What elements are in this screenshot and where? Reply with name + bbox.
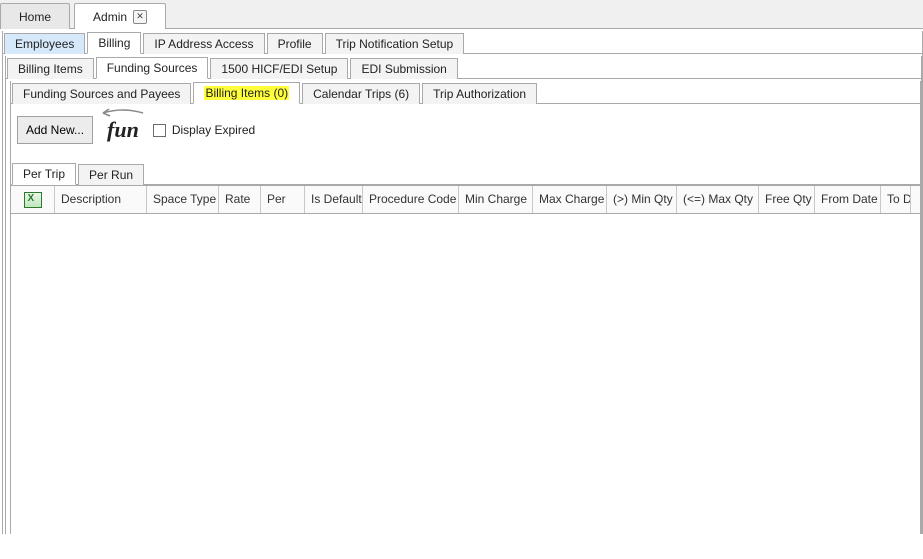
tab-calendar-trips[interactable]: Calendar Trips (6) — [302, 83, 420, 104]
tab-billing-label: Billing — [98, 36, 130, 50]
grid-body-empty — [11, 214, 920, 534]
col-per-label: Per — [267, 192, 286, 206]
col-max-charge[interactable]: Max Charge — [533, 186, 607, 213]
billing-items-grid: Description Space Type Rate Per Is Defau… — [11, 185, 920, 534]
tab-trip-auth-label: Trip Authorization — [433, 87, 526, 101]
tab-hicf-label: 1500 HICF/EDI Setup — [221, 62, 337, 76]
col-rate-label: Rate — [225, 192, 250, 206]
tab-trip-notification-setup[interactable]: Trip Notification Setup — [325, 33, 465, 54]
col-to-date[interactable]: To D — [881, 186, 911, 213]
main-tab-bar: Employees Billing IP Address Access Prof… — [3, 31, 922, 54]
col-min-qty[interactable]: (>) Min Qty — [607, 186, 677, 213]
col-from-date-label: From Date — [821, 192, 878, 206]
col-free-qty-label: Free Qty — [765, 192, 812, 206]
tab-billing[interactable]: Billing — [87, 32, 141, 54]
admin-page: Employees Billing IP Address Access Prof… — [2, 31, 923, 534]
display-expired-checkbox[interactable]: Display Expired — [153, 123, 255, 137]
col-from-date[interactable]: From Date — [815, 186, 881, 213]
tab-per-trip[interactable]: Per Trip — [12, 163, 76, 185]
col-procedure-code[interactable]: Procedure Code — [363, 186, 459, 213]
window-tab-admin[interactable]: Admin ✕ — [74, 3, 166, 29]
tab-employees[interactable]: Employees — [4, 33, 85, 54]
tab-calendar-trips-label: Calendar Trips (6) — [313, 87, 409, 101]
tab-funding-sources[interactable]: Funding Sources — [96, 57, 209, 79]
add-new-label: Add New... — [26, 123, 84, 137]
close-icon[interactable]: ✕ — [133, 10, 147, 24]
col-rate[interactable]: Rate — [219, 186, 261, 213]
window-tab-admin-label: Admin — [93, 10, 127, 24]
col-per[interactable]: Per — [261, 186, 305, 213]
billing-panel: Billing Items Funding Sources 1500 HICF/… — [5, 56, 922, 534]
checkbox-box-icon — [153, 124, 166, 137]
tab-employees-label: Employees — [15, 37, 74, 51]
tab-trip-notif-label: Trip Notification Setup — [336, 37, 454, 51]
per-tab-bar: Per Trip Per Run — [11, 162, 920, 185]
tab-funding-sources-label: Funding Sources — [107, 61, 198, 75]
billing-tab-bar: Billing Items Funding Sources 1500 HICF/… — [6, 56, 921, 79]
tab-ip-label: IP Address Access — [154, 37, 253, 51]
tab-billing-items[interactable]: Billing Items — [7, 58, 94, 79]
col-space-type[interactable]: Space Type — [147, 186, 219, 213]
window-tab-bar: Home Admin ✕ — [0, 0, 923, 29]
window-tab-home-label: Home — [19, 10, 51, 24]
tab-edi-label: EDI Submission — [361, 62, 446, 76]
tab-profile[interactable]: Profile — [267, 33, 323, 54]
col-description-label: Description — [61, 192, 121, 206]
grid-header-row: Description Space Type Rate Per Is Defau… — [11, 186, 920, 214]
funding-tab-bar: Funding Sources and Payees Billing Items… — [11, 81, 920, 104]
col-min-qty-label: (>) Min Qty — [613, 192, 673, 206]
col-is-default-label: Is Default — [311, 192, 362, 206]
tab-billing-items-count[interactable]: Billing Items (0) — [193, 82, 300, 104]
tab-per-run-label: Per Run — [89, 168, 133, 182]
tab-billing-items-label: Billing Items — [18, 62, 83, 76]
excel-icon — [24, 192, 42, 208]
arrow-annotation-icon — [95, 104, 145, 122]
tab-billing-items-count-label: Billing Items (0) — [204, 86, 289, 100]
col-procedure-code-label: Procedure Code — [369, 192, 456, 206]
col-max-charge-label: Max Charge — [539, 192, 604, 206]
col-max-qty-label: (<=) Max Qty — [683, 192, 753, 206]
funding-sources-panel: Funding Sources and Payees Billing Items… — [10, 81, 921, 534]
tab-per-run[interactable]: Per Run — [78, 164, 144, 185]
tab-ip-address-access[interactable]: IP Address Access — [143, 33, 264, 54]
col-free-qty[interactable]: Free Qty — [759, 186, 815, 213]
billing-items-toolbar: Add New... fun Display Expired — [11, 104, 920, 162]
col-is-default[interactable]: Is Default — [305, 186, 363, 213]
col-min-charge[interactable]: Min Charge — [459, 186, 533, 213]
col-max-qty[interactable]: (<=) Max Qty — [677, 186, 759, 213]
col-space-type-label: Space Type — [153, 192, 216, 206]
add-new-button[interactable]: Add New... — [17, 116, 93, 144]
col-to-date-label: To D — [887, 192, 911, 206]
export-excel-button[interactable] — [11, 186, 55, 213]
tab-profile-label: Profile — [278, 37, 312, 51]
tab-edi-submission[interactable]: EDI Submission — [350, 58, 457, 79]
tab-per-trip-label: Per Trip — [23, 167, 65, 181]
tab-funding-sources-and-payees[interactable]: Funding Sources and Payees — [12, 83, 191, 104]
tab-trip-authorization[interactable]: Trip Authorization — [422, 83, 537, 104]
tab-1500-hicf-edi[interactable]: 1500 HICF/EDI Setup — [210, 58, 348, 79]
col-description[interactable]: Description — [55, 186, 147, 213]
display-expired-label: Display Expired — [172, 123, 255, 137]
tab-fsp-label: Funding Sources and Payees — [23, 87, 180, 101]
col-min-charge-label: Min Charge — [465, 192, 527, 206]
window-tab-home[interactable]: Home — [0, 3, 70, 29]
